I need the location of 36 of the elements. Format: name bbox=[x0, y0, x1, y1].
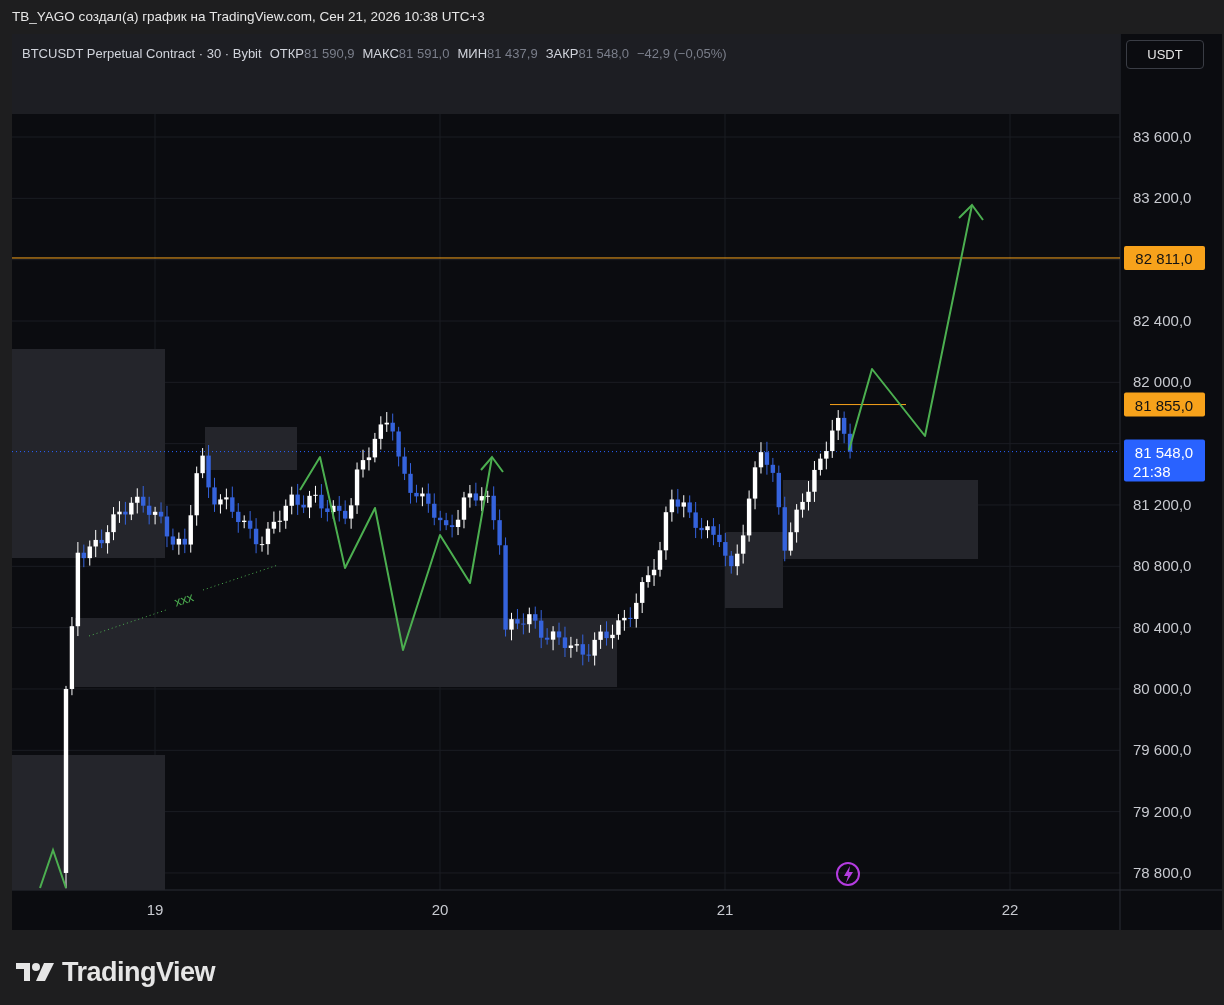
brand-name: TradingView bbox=[62, 956, 216, 989]
date-label: 21 bbox=[716, 901, 734, 918]
price-marker-label: 82 811,0 bbox=[1135, 249, 1193, 267]
price-label: 78 800,0 bbox=[1133, 864, 1192, 881]
price-label: 83 200,0 bbox=[1133, 189, 1192, 206]
date-label: 19 bbox=[146, 901, 164, 918]
legend-change: −42,9 (−0,05%) bbox=[637, 46, 727, 61]
price-label: 81 200,0 bbox=[1133, 496, 1192, 513]
price-label: 79 200,0 bbox=[1133, 803, 1192, 820]
legend-value: 81 437,9 bbox=[487, 46, 538, 61]
legend-label: ЗАКР bbox=[545, 46, 579, 61]
legend-value: 81 548,0 bbox=[578, 46, 630, 61]
legend-label: МИН bbox=[457, 46, 488, 61]
currency-button[interactable]: USDT bbox=[1126, 40, 1204, 69]
date-label: 22 bbox=[1001, 901, 1019, 918]
price-label: 80 000,0 bbox=[1133, 680, 1192, 697]
countdown-label: 21:38 bbox=[1133, 462, 1171, 480]
price-label: 83 600,0 bbox=[1133, 128, 1192, 145]
projection-line bbox=[39, 846, 67, 889]
legend-value: 81 591,0 bbox=[398, 46, 450, 61]
last-price-label: 81 548,0 bbox=[1134, 443, 1194, 461]
legend-label: ОТКР bbox=[269, 46, 304, 61]
price-marker-label: 81 855,0 bbox=[1134, 396, 1194, 414]
price-label: 82 000,0 bbox=[1133, 373, 1192, 390]
legend-label: МАКС bbox=[362, 46, 399, 61]
date-label: 20 bbox=[431, 901, 449, 918]
legend-value: 81 590,9 bbox=[303, 46, 355, 61]
lightning-icon[interactable] bbox=[836, 862, 860, 886]
logo-icon bbox=[16, 961, 54, 984]
price-label: 79 600,0 bbox=[1133, 741, 1192, 758]
trend-annotation: xxx bbox=[172, 589, 196, 610]
price-label: 80 400,0 bbox=[1133, 619, 1192, 636]
symbol-label: BTCUSDT Perpetual Contract · 30 · Bybit bbox=[22, 46, 262, 61]
chart-caption: TB_YAGO создал(а) график на TradingView.com, Сен 21, 2026 10:38 UTC+3 bbox=[11, 8, 486, 26]
price-label: 82 400,0 bbox=[1133, 312, 1192, 329]
price-label: 80 800,0 bbox=[1133, 557, 1192, 574]
